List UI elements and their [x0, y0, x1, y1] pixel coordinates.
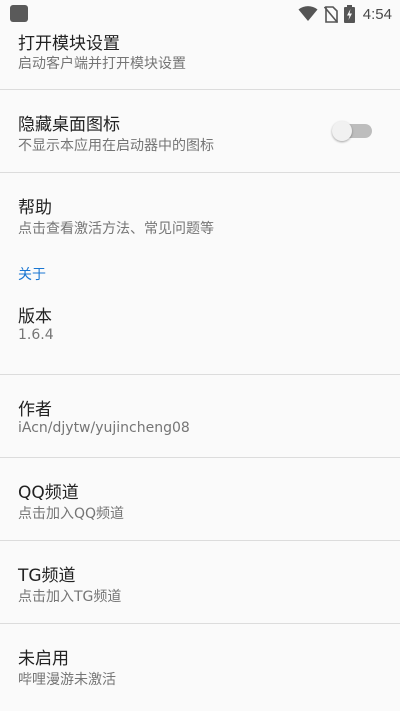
pref-summary: 1.6.4: [18, 327, 54, 343]
toggle-thumb: [332, 121, 352, 141]
pref-summary: 启动客户端并打开模块设置: [18, 56, 186, 72]
pref-author[interactable]: 作者 iAcn/djytw/yujincheng08: [0, 375, 400, 458]
pref-open-module-settings[interactable]: 打开模块设置 启动客户端并打开模块设置: [0, 27, 400, 90]
category-title: 关于: [18, 267, 46, 283]
status-bar: 4:54: [0, 0, 400, 27]
pref-summary: 点击加入QQ频道: [18, 506, 125, 522]
pref-summary: 点击加入TG频道: [18, 589, 122, 605]
pref-title: TG频道: [18, 566, 76, 586]
battery-charging-icon: [343, 5, 355, 23]
pref-title: 打开模块设置: [18, 34, 120, 54]
pref-hide-launcher-icon[interactable]: 隐藏桌面图标 不显示本应用在启动器中的图标: [0, 90, 400, 173]
pref-title: 帮助: [18, 198, 52, 218]
pref-activation-status[interactable]: 未启用 哔哩漫游未激活: [0, 624, 400, 704]
no-sim-icon: [323, 5, 338, 23]
pref-summary: 不显示本应用在启动器中的图标: [18, 138, 214, 154]
pref-title: 未启用: [18, 649, 69, 669]
pref-title: QQ频道: [18, 483, 79, 503]
pref-summary: 点击查看激活方法、常见问题等: [18, 221, 214, 237]
pref-help[interactable]: 帮助 点击查看激活方法、常见问题等: [0, 173, 400, 256]
pref-tg-channel[interactable]: TG频道 点击加入TG频道: [0, 541, 400, 624]
app-icon: [10, 5, 28, 22]
pref-summary: 哔哩漫游未激活: [18, 672, 116, 688]
pref-title: 隐藏桌面图标: [18, 115, 120, 135]
status-icons: 4:54: [298, 3, 392, 25]
clock: 4:54: [362, 5, 392, 23]
hide-icon-toggle[interactable]: [332, 121, 372, 141]
pref-qq-channel[interactable]: QQ频道 点击加入QQ频道: [0, 458, 400, 541]
category-about: 关于: [0, 256, 400, 292]
pref-summary: iAcn/djytw/yujincheng08: [18, 420, 190, 436]
pref-title: 作者: [18, 400, 52, 420]
settings-list: 打开模块设置 启动客户端并打开模块设置 隐藏桌面图标 不显示本应用在启动器中的图…: [0, 27, 400, 704]
pref-title: 版本: [18, 307, 52, 327]
wifi-icon: [298, 6, 318, 21]
pref-version[interactable]: 版本 1.6.4: [0, 292, 400, 375]
